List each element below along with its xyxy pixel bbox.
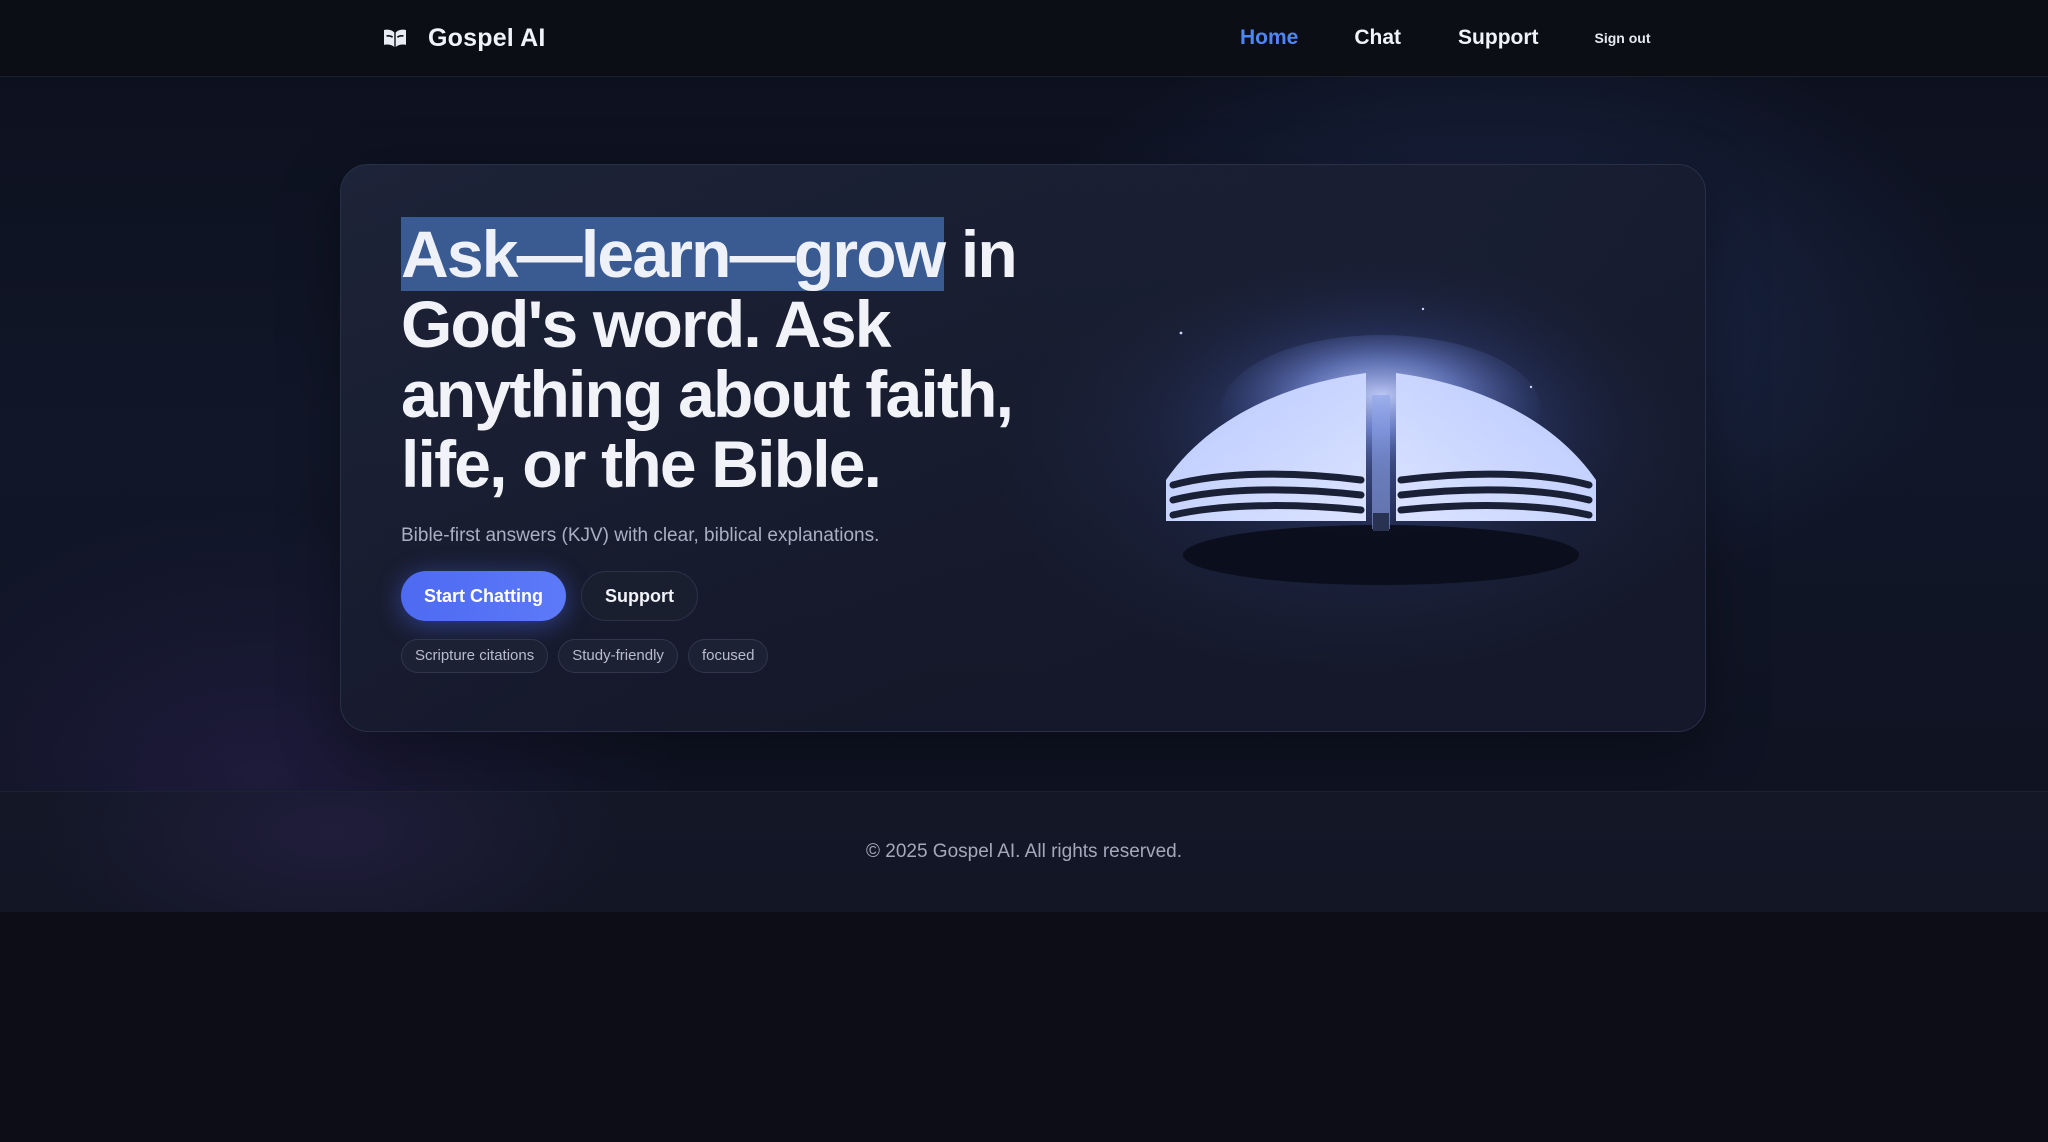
start-chatting-button[interactable]: Start Chatting: [401, 571, 566, 621]
copyright-text: © 2025 Gospel AI. All rights reserved.: [865, 841, 1183, 862]
page-bottom-area: [0, 912, 2048, 1142]
nav-support-link[interactable]: Support: [1458, 26, 1538, 50]
open-book-icon: [384, 29, 406, 47]
sign-out-button[interactable]: Sign out: [1595, 30, 1651, 46]
chip-focused: focused: [687, 639, 769, 673]
nav-chat-link[interactable]: Chat: [1354, 26, 1401, 50]
hero-subtitle: Bible-first answers (KJV) with clear, bi…: [401, 525, 880, 546]
support-button[interactable]: Support: [581, 571, 698, 621]
hero-title: Ask—learn—grow in God's word. Ask anythi…: [401, 217, 1081, 499]
hero-title-highlight: Ask—learn—grow: [401, 217, 946, 291]
feature-chips: Scripture citations Study-friendly focus…: [401, 639, 769, 673]
footer: © 2025 Gospel AI. All rights reserved.: [0, 791, 2048, 913]
nav-home-link[interactable]: Home: [1240, 26, 1298, 50]
hero-card: Ask—learn—grow in God's word. Ask anythi…: [340, 164, 1706, 732]
glowing-open-bible-illustration: [1126, 275, 1636, 585]
brand-name: Gospel AI: [428, 23, 546, 52]
chip-scripture-citations: Scripture citations: [401, 639, 549, 673]
brand[interactable]: Gospel AI: [382, 18, 546, 58]
main-nav: Home Chat Support Sign out: [1240, 18, 1651, 58]
hero-actions: Start Chatting Support: [401, 571, 698, 621]
page: Gospel AI Home Chat Support Sign out Ask…: [0, 0, 2048, 1142]
top-navbar: Gospel AI Home Chat Support Sign out: [0, 0, 2048, 77]
chip-study-friendly: Study-friendly: [558, 639, 678, 673]
